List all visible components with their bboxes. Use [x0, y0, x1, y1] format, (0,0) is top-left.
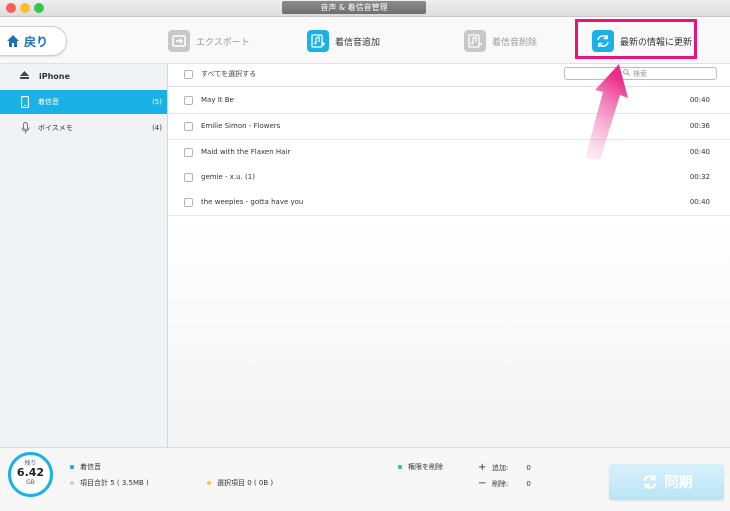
sidebar: iPhone 着信音 (5) ボイスメモ (4) [0, 64, 168, 447]
refresh-highlight-box [575, 19, 697, 59]
phone-icon [20, 96, 30, 108]
ringtone-name: Maid with the Flaxen Hair [201, 148, 291, 156]
total-items-label: 項目合計 5 ( 3.5MB ) [80, 479, 149, 487]
search-placeholder: 検索 [633, 69, 647, 78]
minimize-window-button[interactable] [20, 3, 30, 13]
sidebar-item-voice-memos[interactable]: ボイスメモ (4) [0, 116, 167, 140]
title-bar: 音声 & 着信音管理 [0, 0, 730, 17]
export-button[interactable]: エクスポート [168, 29, 250, 53]
list-item[interactable]: Emilie Simon - Flowers 00:36 [168, 114, 730, 140]
ringtone-duration: 00:40 [689, 148, 710, 156]
ringtone-name: gemie - x.u. (1) [201, 173, 255, 181]
home-icon [7, 35, 19, 47]
legend-ringtone-label: 着信音 [80, 463, 101, 471]
delete-ringtone-label: 着信音削除 [492, 37, 538, 48]
ringtone-duration: 00:36 [689, 122, 710, 130]
add-ringtone-label: 着信音追加 [335, 37, 381, 48]
select-all-label: すべてを選択する [201, 70, 257, 78]
storage-gauge: 残り 6.42 GB [8, 452, 53, 497]
selected-items-label: 選択項目 0 ( 0B ) [217, 479, 274, 487]
add-count: + 追加: 0 [478, 462, 531, 473]
close-window-button[interactable] [6, 3, 16, 13]
eject-icon [20, 71, 29, 81]
row-checkbox[interactable] [184, 122, 193, 131]
list-item[interactable]: Maid with the Flaxen Hair 00:40 [168, 140, 730, 166]
total-dot [70, 481, 74, 485]
remove-count-label: 削除: [492, 479, 509, 488]
add-count-label: 追加: [492, 463, 509, 472]
back-button[interactable]: 戻り [0, 26, 67, 56]
delete-ringtone-icon [464, 30, 486, 52]
microphone-icon [20, 122, 30, 134]
select-all-checkbox[interactable] [184, 70, 193, 79]
ringtone-duration: 00:40 [689, 198, 710, 206]
sidebar-item-label: ボイスメモ [38, 124, 73, 132]
list-item[interactable]: May It Be 00:40 [168, 88, 730, 114]
device-item[interactable]: iPhone [0, 66, 167, 86]
add-count-value: 0 [526, 463, 531, 472]
window-title: 音声 & 着信音管理 [282, 1, 426, 14]
sidebar-item-label: 着信音 [38, 98, 59, 106]
ringtone-duration: 00:40 [689, 96, 710, 104]
ringtone-duration: 00:32 [689, 173, 710, 181]
zoom-window-button[interactable] [34, 3, 44, 13]
add-ringtone-icon [307, 30, 329, 52]
ringtone-name: the weepies - gotta have you [201, 198, 304, 206]
ringtone-name: May It Be [201, 96, 234, 104]
ringtone-dot [70, 465, 74, 469]
row-checkbox[interactable] [184, 148, 193, 157]
add-ringtone-button[interactable]: 着信音追加 [307, 29, 380, 53]
search-input[interactable]: 検索 [564, 67, 717, 80]
selected-items: 選択項目 0 ( 0B ) [207, 478, 273, 488]
legend-ringtone: 着信音 [70, 462, 101, 472]
sidebar-item-ringtones[interactable]: 着信音 (5) [0, 90, 167, 114]
sidebar-item-count: (5) [152, 98, 162, 106]
plus-icon: + [478, 462, 487, 473]
permission-dot [398, 465, 402, 469]
row-checkbox[interactable] [184, 198, 193, 207]
total-items: 項目合計 5 ( 3.5MB ) [70, 478, 149, 488]
gauge-value: 6.42 [16, 466, 45, 479]
sync-icon [642, 475, 657, 489]
gauge-unit: GB [26, 479, 35, 486]
selected-dot [207, 481, 211, 485]
permission-delete: 権限を削除 [398, 462, 443, 472]
back-label: 戻り [24, 34, 49, 49]
ringtone-list: すべてを選択する 検索 May It Be 00:40 Emilie Simon… [168, 64, 730, 447]
sync-button[interactable]: 同期 [609, 464, 724, 500]
row-checkbox[interactable] [184, 173, 193, 182]
permission-delete-label: 権限を削除 [408, 463, 443, 471]
minus-icon: − [478, 478, 487, 489]
export-label: エクスポート [196, 37, 250, 48]
list-header: すべてを選択する 検索 [168, 64, 730, 87]
ringtone-name: Emilie Simon - Flowers [201, 122, 281, 130]
sidebar-item-count: (4) [152, 124, 162, 132]
search-icon [623, 69, 630, 78]
status-footer: 残り 6.42 GB 着信音 項目合計 5 ( 3.5MB ) 選択項目 0 (… [0, 447, 730, 511]
export-icon [168, 30, 190, 52]
remove-count: − 削除: 0 [478, 478, 531, 489]
list-item[interactable]: the weepies - gotta have you 00:40 [168, 190, 730, 216]
sync-label: 同期 [664, 475, 693, 491]
row-checkbox[interactable] [184, 96, 193, 105]
list-item[interactable]: gemie - x.u. (1) 00:32 [168, 165, 730, 191]
remove-count-value: 0 [526, 479, 531, 488]
device-name: iPhone [39, 71, 70, 81]
delete-ringtone-button[interactable]: 着信音削除 [464, 29, 537, 53]
